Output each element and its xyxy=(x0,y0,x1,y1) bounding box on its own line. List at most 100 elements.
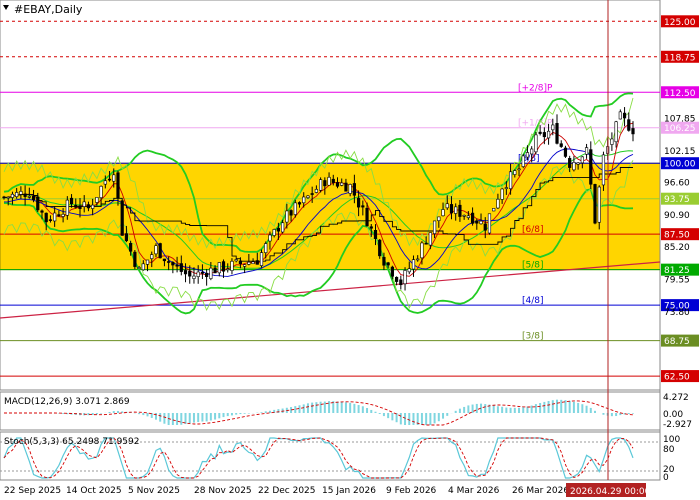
murrey-level-tag: [6/8] xyxy=(522,225,544,235)
price-level-label: 62.50 xyxy=(664,373,690,383)
time-axis: 22 Sep 2025 14 Oct 2025 5 Nov 2025 28 No… xyxy=(4,483,651,497)
price-scale-tick: 73.80 xyxy=(664,308,690,318)
candle-body xyxy=(352,183,356,196)
macd-tick-top: 4.272 xyxy=(663,393,689,403)
price-level-label: 87.50 xyxy=(664,231,690,241)
candle-body xyxy=(145,259,150,265)
candle-body xyxy=(454,206,458,214)
candle-body xyxy=(470,212,475,224)
candle-body xyxy=(373,230,378,239)
candle-body xyxy=(53,212,57,222)
time-label: 9 Feb 2026 xyxy=(386,486,437,496)
candle-body xyxy=(74,204,78,208)
candle-body xyxy=(546,130,551,139)
murrey-level-tag: [5/8] xyxy=(522,261,544,271)
candle-body xyxy=(593,184,597,224)
candle-body xyxy=(293,202,297,215)
candle-body xyxy=(209,267,213,279)
candle-body xyxy=(466,215,470,218)
candle-body xyxy=(272,229,276,236)
candle-body xyxy=(525,152,530,158)
candle-body xyxy=(103,180,107,185)
price-level-label: 125.00 xyxy=(664,18,696,28)
candle-body xyxy=(27,196,31,198)
candle-body xyxy=(234,259,238,262)
candle-body xyxy=(572,162,576,171)
price-scale-tick: 107.85 xyxy=(664,115,696,125)
candle-body xyxy=(407,268,411,273)
candle-body xyxy=(496,198,500,209)
candle-body xyxy=(302,196,306,204)
candle-body xyxy=(99,185,103,198)
candle-body xyxy=(601,154,606,186)
candle-body xyxy=(327,176,331,186)
macd-tick-bottom: -2.927 xyxy=(663,420,692,430)
stoch-label: Stoch(5,3,3) 65.2498 71.9592 xyxy=(4,437,139,447)
candle-body xyxy=(48,219,53,221)
chart-canvas[interactable]: [+2/8]P[+1/8]P[8/8][6/8][5/8][4/8][3/8] … xyxy=(0,0,700,500)
price-level-label: 112.50 xyxy=(664,89,696,99)
candle-body xyxy=(534,134,538,153)
candle-body xyxy=(69,197,74,205)
candle-body xyxy=(458,204,462,217)
candle-body xyxy=(65,199,69,216)
time-label: 5 Nov 2025 xyxy=(128,486,180,496)
candle-body xyxy=(179,263,183,272)
candle-body xyxy=(319,179,323,191)
candle-body xyxy=(23,193,27,197)
candle-body xyxy=(243,264,247,267)
price-level-label: 93.75 xyxy=(664,195,690,205)
candle-body xyxy=(247,261,251,265)
candle-body xyxy=(78,205,82,209)
candle-body xyxy=(563,147,568,157)
candle-body xyxy=(348,184,352,194)
candle-body xyxy=(487,213,492,234)
cursor-time-label: 2026.04.29 00:00 xyxy=(570,487,651,497)
candle-body xyxy=(335,182,340,187)
candle-body xyxy=(492,208,496,212)
candle-body xyxy=(521,155,525,167)
candle-body xyxy=(15,192,19,197)
candle-body xyxy=(369,226,373,229)
candle-body xyxy=(226,268,230,271)
time-label: 22 Dec 2025 xyxy=(258,486,316,496)
candle-body xyxy=(580,156,584,164)
candle-body xyxy=(276,227,280,232)
candle-body xyxy=(107,178,112,181)
candle-body xyxy=(530,148,534,155)
price-scale-tick: 85.20 xyxy=(664,243,690,253)
candle-body xyxy=(255,260,259,265)
candle-body xyxy=(200,272,205,274)
candle-body xyxy=(424,242,428,245)
candle-body xyxy=(141,263,145,271)
candle-body xyxy=(95,197,99,203)
candle-body xyxy=(124,233,129,242)
candle-body xyxy=(576,162,580,165)
candle-body xyxy=(192,275,196,279)
murrey-level-tag: [4/8] xyxy=(522,296,544,306)
stoch-tick-0: 0 xyxy=(663,473,669,483)
price-level-label: 106.25 xyxy=(664,124,696,134)
candle-body xyxy=(137,267,141,269)
time-label: 28 Nov 2025 xyxy=(194,486,252,496)
candle-body xyxy=(513,170,517,175)
stoch-tick-100: 100 xyxy=(663,435,680,445)
candle-body xyxy=(399,279,403,286)
candle-body xyxy=(116,172,120,199)
chart-title: #EBAY,Daily xyxy=(14,3,83,16)
candle-body xyxy=(627,119,631,131)
candle-body xyxy=(86,204,91,209)
candle-body xyxy=(221,261,226,272)
candle-body xyxy=(394,276,399,282)
candle-body xyxy=(150,254,154,259)
candle-body xyxy=(289,210,293,216)
candle-body xyxy=(517,168,521,171)
price-scale-tick: 96.60 xyxy=(664,179,690,189)
candle-body xyxy=(175,264,179,267)
candle-body xyxy=(344,182,348,192)
candle-body xyxy=(251,261,255,265)
candle-body xyxy=(340,182,344,186)
candle-body xyxy=(449,204,454,214)
candle-body xyxy=(555,123,559,144)
candle-body xyxy=(44,212,48,223)
